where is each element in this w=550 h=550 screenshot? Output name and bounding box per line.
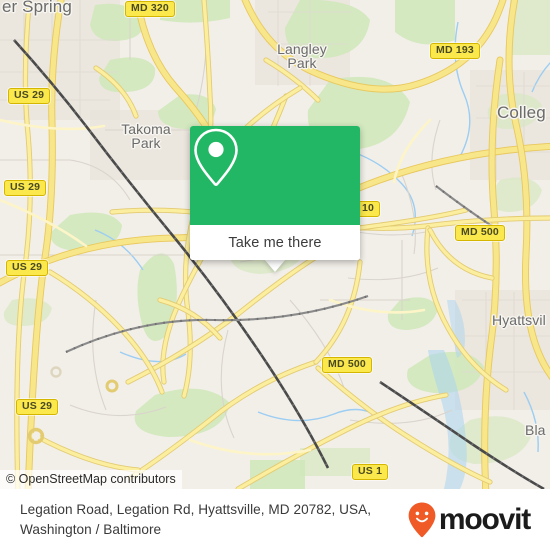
map-canvas[interactable]: .wtr{fill:#aad3f0;} .wline{fill:none;str… — [0, 0, 550, 489]
take-me-there-label: Take me there — [228, 234, 322, 251]
location-title: Legation Road, Legation Rd, Hyattsville,… — [20, 502, 372, 537]
screenshot-root: .wtr{fill:#aad3f0;} .wline{fill:none;str… — [0, 0, 550, 550]
moovit-logo[interactable]: moovit — [407, 501, 536, 539]
popup-pointer-tail — [264, 259, 286, 272]
moovit-wordmark: moovit — [438, 502, 531, 536]
highway-shield-md-500-1: MD 500 — [455, 225, 505, 242]
osm-attribution[interactable]: © OpenStreetMap contributors — [0, 470, 182, 489]
highway-shield-us-29-2: US 29 — [4, 180, 47, 197]
moovit-pin-icon — [407, 501, 437, 539]
take-me-there-button[interactable]: Take me there — [190, 225, 360, 260]
location-popup-card[interactable]: Take me there — [190, 126, 360, 260]
popup-pin-area — [190, 126, 360, 225]
highway-shield-md-320: MD 320 — [125, 1, 175, 18]
footer-bar: Legation Road, Legation Rd, Hyattsville,… — [0, 489, 550, 550]
highway-shield-md-500-2: MD 500 — [322, 357, 372, 374]
highway-shield-us-29-4: US 29 — [16, 399, 59, 416]
highway-shield-us-29-3: US 29 — [6, 260, 49, 277]
highway-shield-us-1: US 1 — [352, 464, 389, 481]
highway-shield-us-29-1: US 29 — [8, 88, 51, 105]
highway-shield-md-193: MD 193 — [430, 43, 480, 60]
